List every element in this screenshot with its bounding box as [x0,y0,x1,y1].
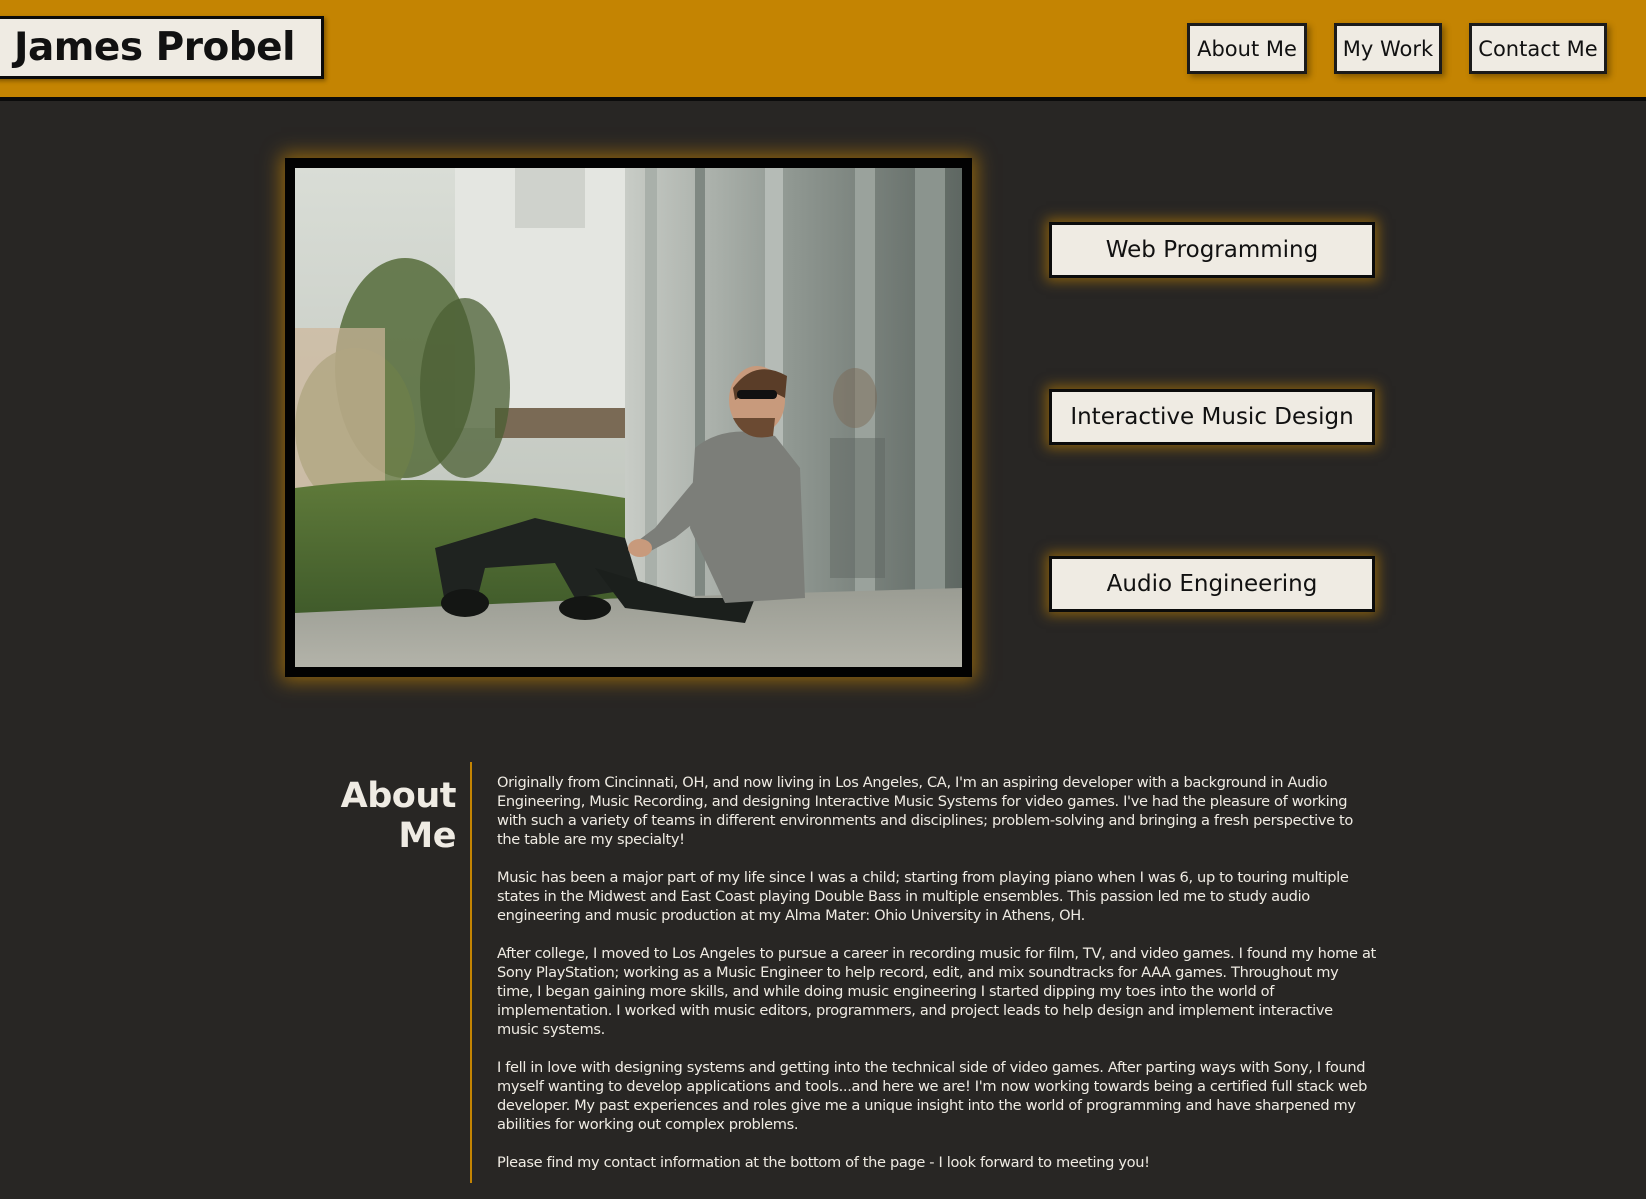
about-paragraph: I fell in love with designing systems an… [497,1059,1368,1133]
about-paragraph: Please find my contact information at th… [497,1154,1150,1171]
about-me-body: Originally from Cincinnati, OH, and now … [497,773,1377,1172]
nav-my-work-button[interactable]: My Work [1334,23,1442,74]
about-paragraph: Originally from Cincinnati, OH, and now … [497,774,1354,848]
interactive-music-design-button[interactable]: Interactive Music Design [1049,389,1375,445]
portrait-photo [295,168,962,667]
audio-engineering-button[interactable]: Audio Engineering [1049,556,1375,612]
about-paragraph: Music has been a major part of my life s… [497,869,1349,924]
web-programming-button[interactable]: Web Programming [1049,222,1375,278]
about-divider [470,762,472,1183]
portrait-photo-frame [285,158,972,677]
nav-contact-me-button[interactable]: Contact Me [1469,23,1607,74]
about-paragraph: After college, I moved to Los Angeles to… [497,945,1376,1038]
site-brand-name[interactable]: James Probel [0,16,324,79]
nav-about-me-button[interactable]: About Me [1187,23,1307,74]
about-me-heading: About Me [340,776,457,856]
site-header: James Probel About Me My Work Contact Me [0,0,1646,101]
